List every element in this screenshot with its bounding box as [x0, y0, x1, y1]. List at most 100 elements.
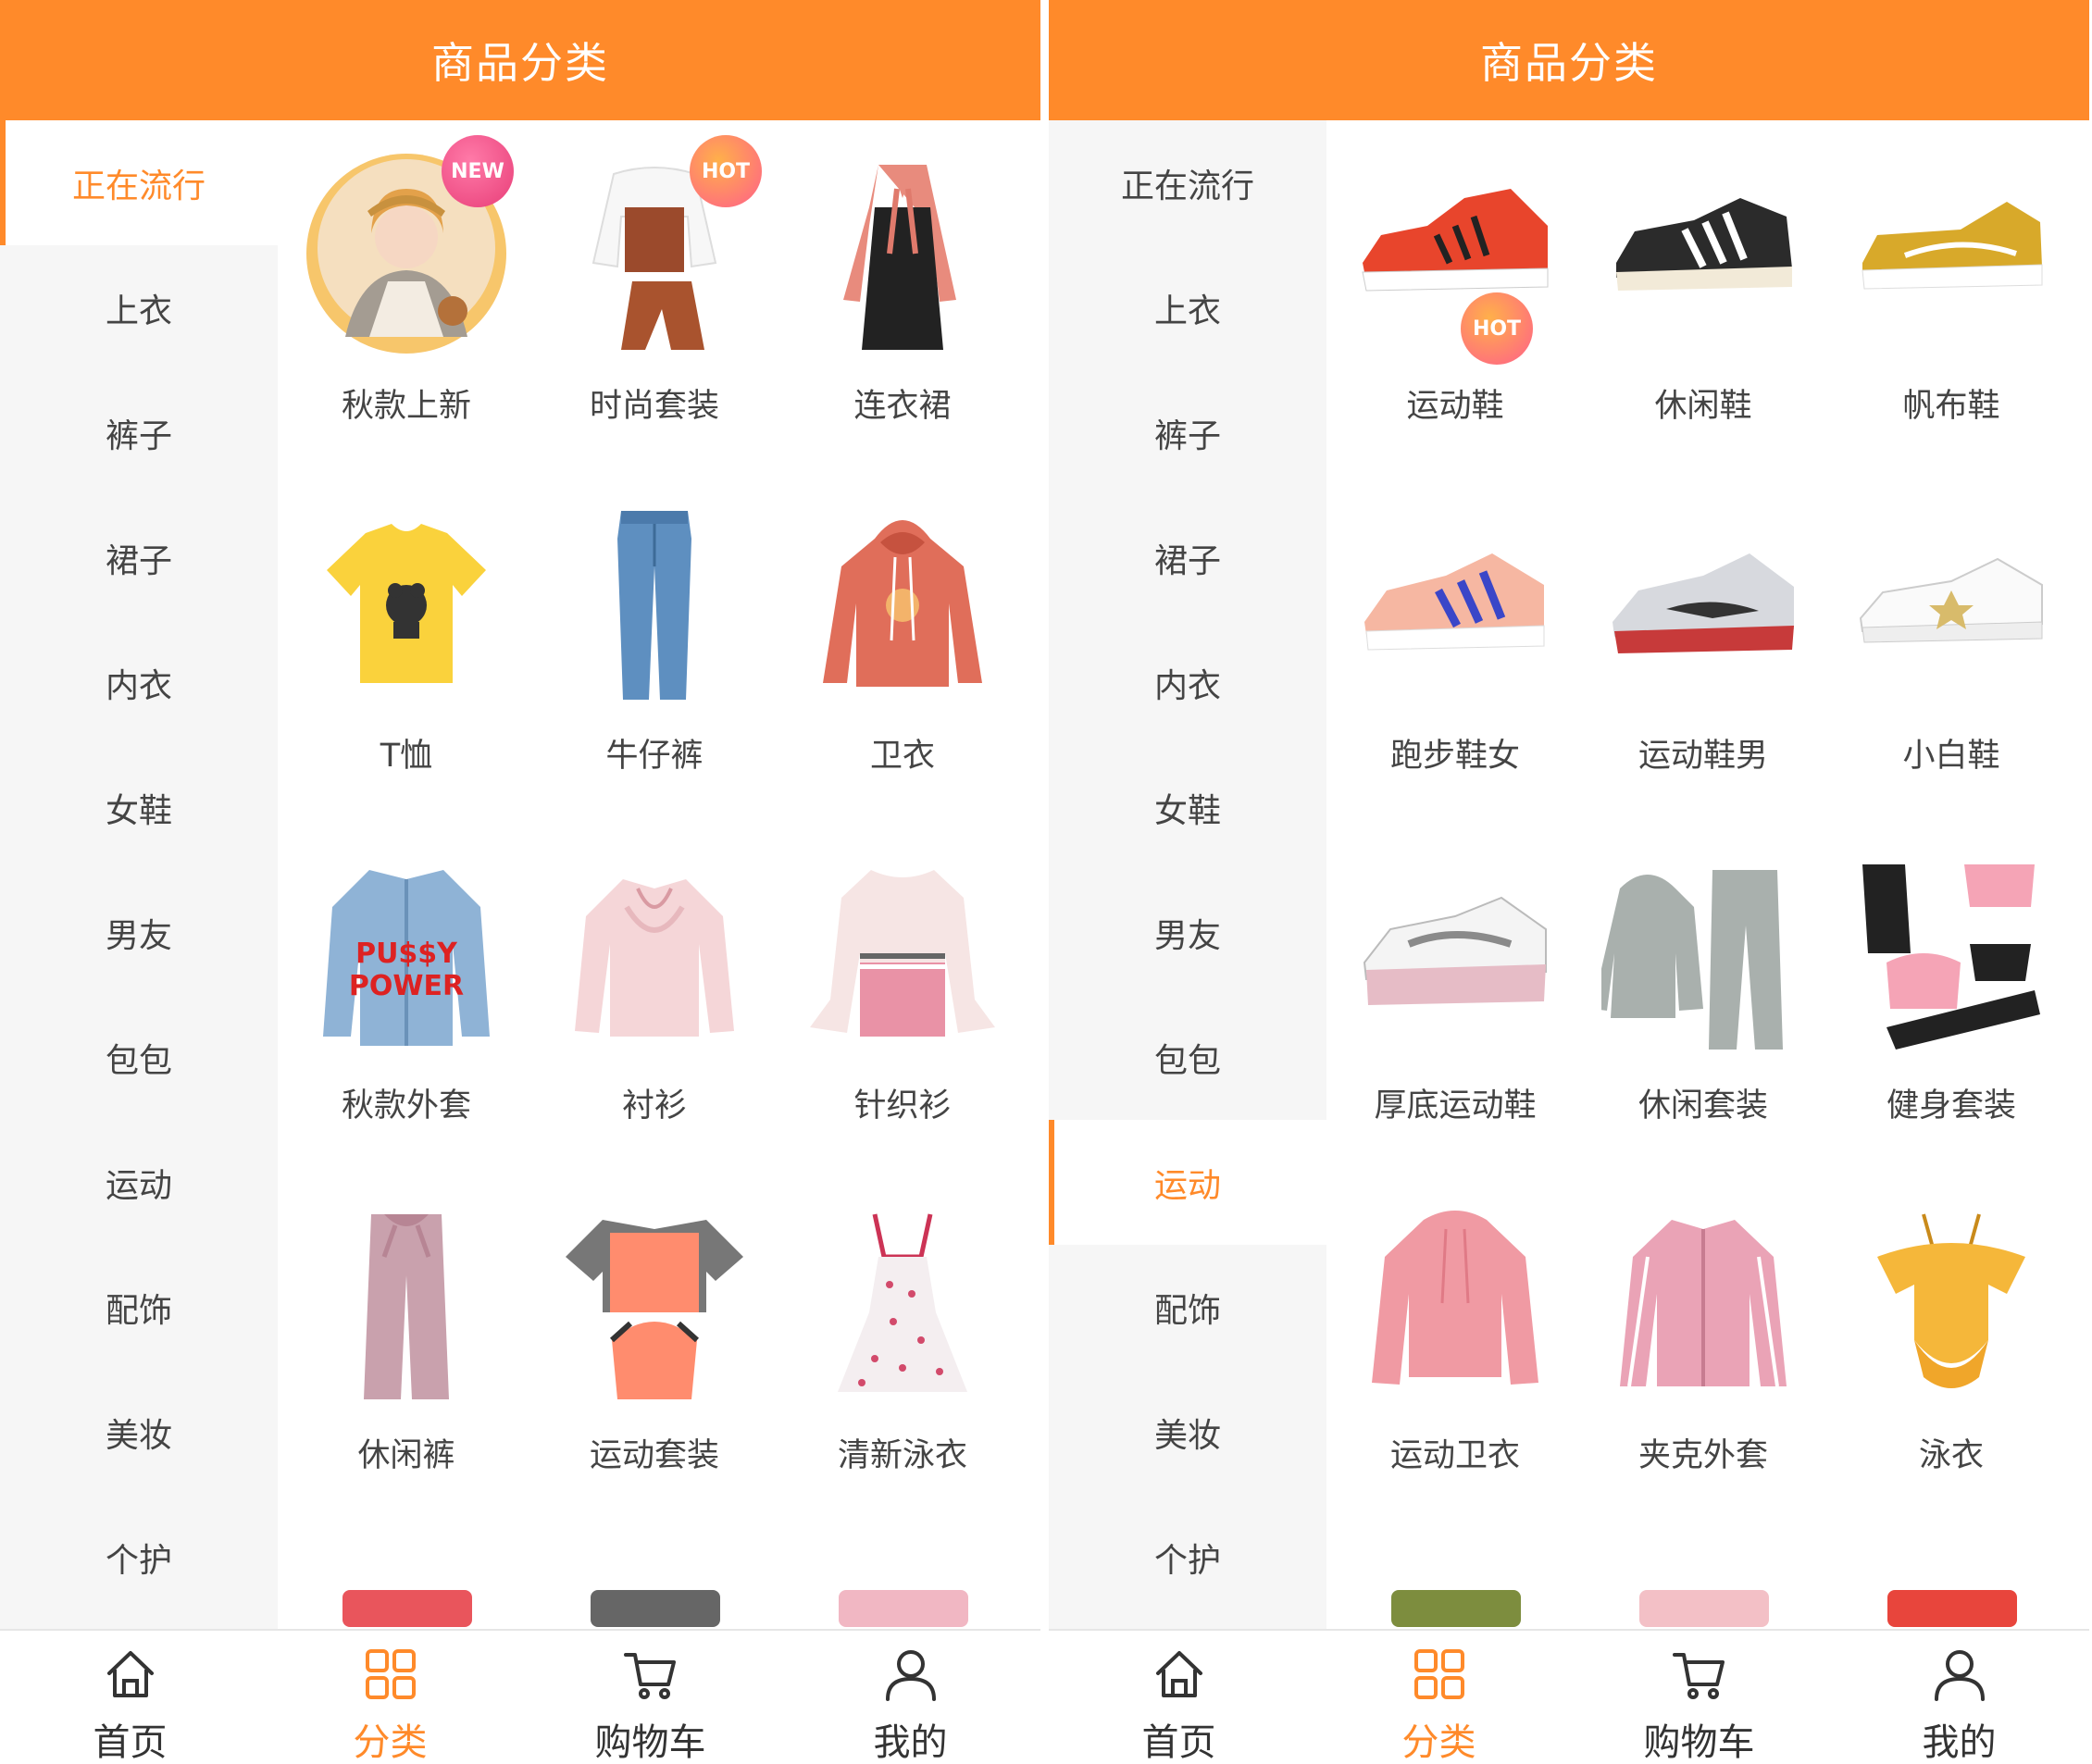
sidebar-category-item[interactable]: 配饰 [0, 1245, 278, 1370]
sidebar-category-item[interactable]: 正在流行 [0, 120, 278, 245]
sidebar-category-item[interactable]: 运动 [1049, 1120, 1326, 1245]
sidebar-category-item[interactable]: 女鞋 [0, 745, 278, 870]
sidebar-category-label: 运动 [105, 1166, 172, 1205]
sidebar-category-label: 裙子 [1153, 541, 1221, 580]
subcategory-item[interactable]: 小白鞋 [1827, 470, 2075, 820]
subcategory-item[interactable]: 休闲套装 [1579, 820, 1827, 1170]
denim-jacket-icon: PU$$Y POWER [305, 851, 508, 1055]
subcategory-item-partial[interactable] [342, 1590, 472, 1627]
subcategory-item[interactable]: 运动套装 [530, 1170, 778, 1520]
sidebar-category-item[interactable]: 裙子 [0, 495, 278, 620]
subcategory-item[interactable]: 连衣裙 [778, 120, 1027, 470]
knit-sweater-icon [801, 851, 1004, 1055]
subcategory-item-partial[interactable] [1391, 1590, 1521, 1627]
user-icon [1931, 1646, 1988, 1703]
sidebar-category-label: 美妆 [105, 1416, 172, 1455]
wide-pants-icon [305, 1201, 508, 1405]
subcategory-label: 帆布鞋 [1902, 388, 2000, 425]
sidebar-category-item[interactable]: 个护 [0, 1495, 278, 1620]
subcategory-item[interactable]: 卫衣 [778, 470, 1027, 820]
sidebar-category-label: 男友 [1153, 916, 1221, 955]
tshirt-icon [305, 502, 508, 705]
svg-text:POWER: POWER [349, 970, 464, 1002]
sidebar-category-item[interactable]: 女鞋 [1049, 745, 1326, 870]
sidebar-category-item[interactable]: 配饰 [1049, 1245, 1326, 1370]
subcategory-grid: NEW 秋款上新 HOT 时尚套装 连衣裙 T恤 牛仔裤 卫衣 PU$$Y POWER 秋款外套 衬衫… [278, 120, 1040, 1629]
subcategory-label: 运动鞋男 [1637, 738, 1768, 775]
header-bar: 商品分类 [1049, 0, 2089, 120]
sidebar-category-item[interactable]: 运动 [0, 1120, 278, 1245]
subcategory-item[interactable]: 健身套装 [1827, 820, 2075, 1170]
sidebar-category-item[interactable]: 裤子 [1049, 370, 1326, 495]
mens-sneaker-icon [1601, 502, 1805, 705]
subcategory-label: 秋款上新 [341, 388, 471, 425]
subcategory-item[interactable]: 帆布鞋 [1827, 120, 2075, 470]
sidebar-category-item[interactable]: 裙子 [1049, 495, 1326, 620]
subcategory-label: 秋款外套 [341, 1087, 471, 1124]
sidebar-category-label: 内衣 [105, 666, 172, 705]
sidebar-category-item[interactable]: 美妆 [0, 1370, 278, 1495]
subcategory-item-partial[interactable] [591, 1590, 720, 1627]
subcategory-item[interactable]: 运动卫衣 [1331, 1170, 1579, 1520]
sidebar-category-label: 内衣 [1153, 666, 1221, 705]
tab-item[interactable]: 分类 [1309, 1631, 1569, 1764]
sidebar-category-item[interactable]: 内衣 [1049, 620, 1326, 745]
sidebar-category-item[interactable]: 包包 [1049, 995, 1326, 1120]
subcategory-item[interactable]: HOT 运动鞋 [1331, 120, 1579, 470]
tab-label: 首页 [1141, 1721, 1216, 1764]
subcategory-item[interactable]: 夹克外套 [1579, 1170, 1827, 1520]
sidebar-category-label: 美妆 [1153, 1416, 1221, 1455]
sidebar-category-item[interactable]: 美妆 [1049, 1370, 1326, 1495]
hot-badge: HOT [690, 135, 762, 207]
tab-item[interactable]: 首页 [0, 1631, 260, 1764]
bottom-tab-bar: 首页 分类 购物车 我的 [0, 1629, 1040, 1764]
subcategory-item[interactable]: 衬衫 [530, 820, 778, 1170]
subcategory-item[interactable]: 运动鞋男 [1579, 470, 1827, 820]
swimsuit-dress-icon [801, 1201, 1004, 1405]
sidebar-category-item[interactable]: 男友 [0, 870, 278, 995]
tab-item[interactable]: 购物车 [520, 1631, 780, 1764]
subcategory-item-partial[interactable] [839, 1590, 968, 1627]
subcategory-item[interactable]: PU$$Y POWER 秋款外套 [282, 820, 530, 1170]
subcategory-item[interactable]: 清新泳衣 [778, 1170, 1027, 1520]
tab-item[interactable]: 首页 [1049, 1631, 1309, 1764]
chunky-sneaker-icon [1353, 851, 1557, 1055]
sidebar-category-item[interactable]: 裤子 [0, 370, 278, 495]
sidebar-category-label: 裤子 [105, 416, 172, 455]
subcategory-item[interactable]: 休闲裤 [282, 1170, 530, 1520]
subcategory-item[interactable]: 厚底运动鞋 [1331, 820, 1579, 1170]
tab-item[interactable]: 我的 [780, 1631, 1040, 1764]
sidebar-category-item[interactable]: 正在流行 [1049, 120, 1326, 245]
subcategory-item[interactable]: 跑步鞋女 [1331, 470, 1579, 820]
svg-text:PU$$Y: PU$$Y [355, 938, 458, 970]
sidebar-category-item[interactable]: 上衣 [1049, 245, 1326, 370]
subcategory-item[interactable]: T恤 [282, 470, 530, 820]
tab-label: 我的 [873, 1721, 948, 1764]
subcategory-label: 卫衣 [869, 738, 935, 775]
subcategory-item-partial[interactable] [1887, 1590, 2017, 1627]
subcategory-label: 针织衫 [853, 1087, 952, 1124]
sidebar-category-item[interactable]: 包包 [0, 995, 278, 1120]
subcategory-item[interactable]: HOT 时尚套装 [530, 120, 778, 470]
subcategory-item[interactable]: 牛仔裤 [530, 470, 778, 820]
sidebar-category-item[interactable]: 个护 [1049, 1495, 1326, 1620]
sidebar-category-item[interactable]: 上衣 [0, 245, 278, 370]
fitness-set-icon [1849, 851, 2053, 1055]
subcategory-item-partial[interactable] [1639, 1590, 1769, 1627]
sidebar-category-item[interactable]: 男友 [1049, 870, 1326, 995]
subcategory-item[interactable]: NEW 秋款上新 [282, 120, 530, 470]
sidebar-category-label: 上衣 [1153, 292, 1221, 330]
cart-icon [1671, 1646, 1728, 1703]
subcategory-label: 连衣裙 [853, 388, 952, 425]
subcategory-item[interactable]: 针织衫 [778, 820, 1027, 1170]
tab-item[interactable]: 我的 [1829, 1631, 2089, 1764]
sidebar-category-item[interactable]: 内衣 [0, 620, 278, 745]
tab-item[interactable]: 购物车 [1569, 1631, 1829, 1764]
sidebar-category-label: 配饰 [105, 1291, 172, 1330]
sidebar-category-label: 女鞋 [105, 791, 172, 830]
subcategory-item[interactable]: 泳衣 [1827, 1170, 2075, 1520]
subcategory-item[interactable]: 休闲鞋 [1579, 120, 1827, 470]
tab-item[interactable]: 分类 [260, 1631, 520, 1764]
subcategory-label: 运动鞋 [1406, 388, 1504, 425]
white-shoe-icon [1849, 502, 2053, 705]
